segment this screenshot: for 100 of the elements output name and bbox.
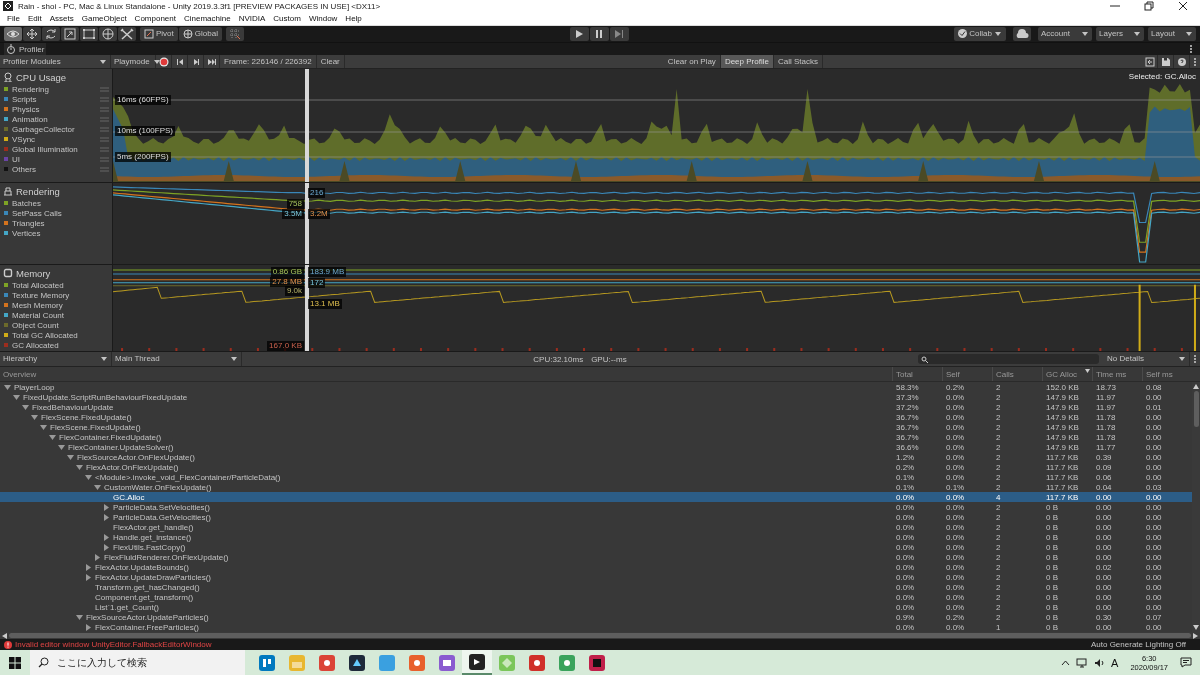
legend-label[interactable]: GarbageCollector bbox=[12, 124, 75, 134]
legend-label[interactable]: Material Count bbox=[12, 310, 65, 320]
legend-label[interactable]: Animation bbox=[12, 114, 48, 124]
toggle-button[interactable]: Call Stacks bbox=[773, 55, 823, 69]
legend-label[interactable]: Object Count bbox=[12, 320, 59, 330]
column-header[interactable]: Calls bbox=[992, 367, 1042, 382]
restore-icon[interactable] bbox=[1143, 1, 1155, 12]
scrollbar-thumb[interactable] bbox=[9, 633, 1191, 639]
column-header[interactable]: Self bbox=[942, 367, 992, 382]
taskbar-button[interactable] bbox=[462, 650, 492, 675]
load-button[interactable] bbox=[1142, 55, 1158, 69]
table-row[interactable]: FlexActor.OnFlexUpdate() 0.2% 0.0% 2 117.7 KB 0.09 0.00 bbox=[0, 462, 1192, 473]
legend-label[interactable]: Physics bbox=[12, 104, 40, 114]
step-button[interactable] bbox=[609, 26, 629, 41]
close-icon[interactable] bbox=[1177, 1, 1189, 12]
scrollbar-thumb[interactable] bbox=[1193, 391, 1199, 428]
table-row[interactable]: FlexContainer.UpdateSolver() 36.6% 0.0% 2 147.9 KB 11.77 0.00 bbox=[0, 442, 1192, 453]
table-row[interactable]: ParticleData.SetVelocities() 0.0% 0.0% 2 0 B 0.00 0.00 bbox=[0, 502, 1192, 513]
more-options-icon[interactable] bbox=[1193, 56, 1197, 67]
disclosure-triangle-icon[interactable] bbox=[94, 553, 101, 561]
toggle-button[interactable]: Deep Profile bbox=[720, 55, 774, 69]
frame-marker[interactable] bbox=[305, 183, 309, 265]
table-row[interactable]: <Module>.invoke_void_FlexContainer/ParticleData() 0.1% 0.0% 2 117.7 KB 0.06 0.00 bbox=[0, 472, 1192, 483]
tool-button[interactable] bbox=[118, 26, 136, 41]
disclosure-triangle-icon[interactable] bbox=[67, 453, 74, 461]
modules-dropdown[interactable]: Profiler Modules bbox=[0, 55, 111, 69]
disclosure-triangle-icon[interactable] bbox=[76, 613, 83, 621]
menu-item[interactable]: Cinemachine bbox=[179, 14, 235, 24]
legend-label[interactable]: VSync bbox=[12, 134, 36, 144]
module-title[interactable]: CPU Usage bbox=[16, 71, 67, 83]
table-row[interactable]: FixedBehaviourUpdate 37.2% 0.0% 2 147.9 KB 11.97 0.01 bbox=[0, 402, 1192, 413]
menu-item[interactable]: Assets bbox=[45, 14, 78, 24]
volume-icon[interactable] bbox=[1094, 657, 1106, 668]
cloud-button[interactable] bbox=[1013, 26, 1031, 41]
table-row[interactable]: FlexActor.UpdateDrawParticles() 0.0% 0.0% 2 0 B 0.00 0.00 bbox=[0, 572, 1192, 583]
table-row[interactable]: FlexScene.FixedUpdate() 36.7% 0.0% 2 147.9 KB 11.78 0.00 bbox=[0, 412, 1192, 423]
disclosure-triangle-icon[interactable] bbox=[94, 483, 101, 491]
table-row[interactable]: FixedUpdate.ScriptRunBehaviourFixedUpdate 37.3% 0.0% 2 147.9 KB 11.97 0.00 bbox=[0, 392, 1192, 403]
disclosure-triangle-icon[interactable] bbox=[4, 383, 11, 391]
module-title[interactable]: Rendering bbox=[16, 185, 60, 197]
legend-label[interactable]: Others bbox=[12, 164, 36, 174]
column-header[interactable]: Time ms bbox=[1092, 367, 1142, 382]
disclosure-triangle-icon[interactable] bbox=[103, 513, 110, 521]
disclosure-triangle-icon[interactable] bbox=[103, 503, 110, 511]
legend-label[interactable]: Global Illumination bbox=[12, 144, 78, 154]
menu-item[interactable]: Window bbox=[304, 14, 342, 24]
legend-label[interactable]: Mesh Memory bbox=[12, 300, 63, 310]
disclosure-triangle-icon[interactable] bbox=[76, 463, 83, 471]
table-row[interactable]: PlayerLoop 58.3% 0.2% 2 152.0 KB 18.73 0.08 bbox=[0, 382, 1192, 393]
table-row[interactable]: ParticleData.GetVelocities() 0.0% 0.0% 2 0 B 0.00 0.00 bbox=[0, 512, 1192, 523]
collab-dropdown[interactable]: Collab bbox=[954, 26, 1006, 41]
tool-button[interactable] bbox=[42, 26, 60, 41]
table-row[interactable]: FlexSourceActor.UpdateParticles() 0.9% 0.2% 2 0 B 0.30 0.07 bbox=[0, 612, 1192, 623]
disclosure-triangle-icon[interactable] bbox=[31, 413, 38, 421]
legend-label[interactable]: Total Allocated bbox=[12, 280, 64, 290]
table-row[interactable]: GC.Alloc 0.0% 0.0% 4 117.7 KB 0.00 0.00 bbox=[0, 492, 1192, 503]
table-row[interactable]: FlexSourceActor.OnFlexUpdate() 1.2% 0.0% 2 117.7 KB 0.39 0.00 bbox=[0, 452, 1192, 463]
frame-marker[interactable] bbox=[305, 265, 309, 352]
column-header[interactable]: Self ms bbox=[1142, 367, 1192, 382]
menu-item[interactable]: GameObject bbox=[77, 14, 131, 24]
profiler-tab[interactable]: Profiler bbox=[4, 43, 47, 56]
network-icon[interactable] bbox=[1076, 657, 1089, 668]
disclosure-triangle-icon[interactable] bbox=[85, 573, 92, 581]
table-row[interactable]: FlexScene.FixedUpdate() 36.7% 0.0% 2 147.9 KB 11.78 0.00 bbox=[0, 422, 1192, 433]
table-row[interactable]: FlexContainer.FreeParticles() 0.0% 0.0% 1 0 B 0.00 0.00 bbox=[0, 622, 1192, 633]
view-dropdown[interactable]: Hierarchy bbox=[0, 352, 112, 367]
tool-button[interactable] bbox=[99, 26, 117, 41]
clear-button[interactable]: Clear bbox=[316, 55, 345, 69]
table-row[interactable]: FlexActor.get_handle() 0.0% 0.0% 2 0 B 0.00 0.00 bbox=[0, 522, 1192, 533]
chevron-up-icon[interactable] bbox=[1061, 659, 1071, 666]
more-options-icon[interactable] bbox=[1189, 44, 1193, 55]
table-row[interactable]: Transform.get_hasChanged() 0.0% 0.0% 2 0 B 0.00 0.00 bbox=[0, 582, 1192, 593]
toggle-button[interactable]: Clear on Play bbox=[663, 55, 721, 69]
pause-button[interactable] bbox=[589, 26, 609, 41]
column-header[interactable]: Overview bbox=[0, 367, 892, 382]
legend-label[interactable]: UI bbox=[12, 154, 20, 164]
column-header[interactable]: Total bbox=[892, 367, 942, 382]
table-row[interactable]: List`1.get_Count() 0.0% 0.0% 2 0 B 0.00 0.00 bbox=[0, 602, 1192, 613]
menu-item[interactable]: Component bbox=[130, 14, 180, 24]
thread-dropdown[interactable]: Main Thread bbox=[112, 352, 242, 367]
ime-indicator[interactable]: A bbox=[1111, 656, 1119, 669]
disclosure-triangle-icon[interactable] bbox=[58, 443, 65, 451]
menu-item[interactable]: NVIDIA bbox=[234, 14, 270, 24]
disclosure-triangle-icon[interactable] bbox=[13, 393, 20, 401]
table-row[interactable]: FlexUtils.FastCopy() 0.0% 0.0% 2 0 B 0.00 0.00 bbox=[0, 542, 1192, 553]
sort-arrow-icon[interactable] bbox=[1085, 369, 1090, 374]
disclosure-triangle-icon[interactable] bbox=[85, 623, 92, 631]
vertical-scrollbar[interactable] bbox=[1192, 382, 1200, 633]
table-row[interactable]: CustomWater.OnFlexUpdate() 0.1% 0.1% 2 117.7 KB 0.04 0.03 bbox=[0, 482, 1192, 493]
grid-snap-button[interactable] bbox=[225, 26, 244, 41]
global-button[interactable]: Global bbox=[178, 26, 222, 41]
menu-item[interactable]: Edit bbox=[23, 14, 46, 24]
legend-label[interactable]: Texture Memory bbox=[12, 290, 70, 300]
legend-label[interactable]: Scripts bbox=[12, 94, 37, 104]
legend-label[interactable]: SetPass Calls bbox=[12, 208, 62, 218]
table-row[interactable]: FlexActor.UpdateBounds() 0.0% 0.0% 2 0 B 0.02 0.00 bbox=[0, 562, 1192, 573]
menu-item[interactable]: File bbox=[3, 14, 24, 24]
legend-label[interactable]: GC Allocated bbox=[12, 340, 59, 350]
legend-label[interactable]: Triangles bbox=[12, 218, 45, 228]
menu-item[interactable]: Help bbox=[341, 14, 366, 24]
